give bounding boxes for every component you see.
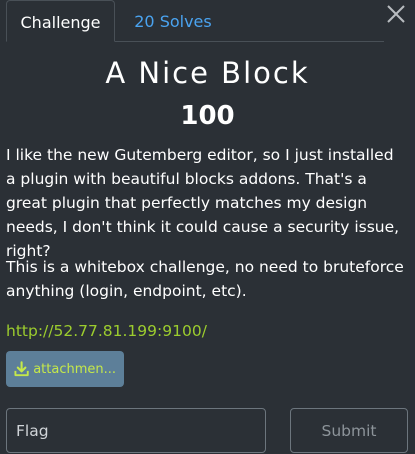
attachment-button[interactable]: attachmen...: [6, 351, 124, 387]
close-icon: [387, 5, 405, 23]
challenge-note: This is a whitebox challenge, no need to…: [6, 258, 404, 300]
tab-challenge[interactable]: Challenge: [6, 0, 115, 42]
challenge-points: 100: [180, 101, 235, 131]
close-button[interactable]: [386, 4, 406, 24]
challenge-modal: Challenge 20 Solves A Nice Block 100 I l…: [0, 0, 415, 454]
download-icon: [14, 361, 29, 377]
tab-solves[interactable]: 20 Solves: [115, 0, 231, 41]
challenge-link[interactable]: http://52.77.81.199:9100/: [6, 319, 207, 343]
tab-bar: Challenge 20 Solves: [6, 0, 384, 42]
flag-input[interactable]: [6, 408, 266, 453]
challenge-description: I like the new Gutemberg editor, so I ju…: [6, 146, 400, 260]
submit-button[interactable]: Submit: [290, 408, 408, 453]
challenge-title: A Nice Block: [105, 56, 310, 90]
attachment-label: attachmen...: [33, 361, 116, 377]
